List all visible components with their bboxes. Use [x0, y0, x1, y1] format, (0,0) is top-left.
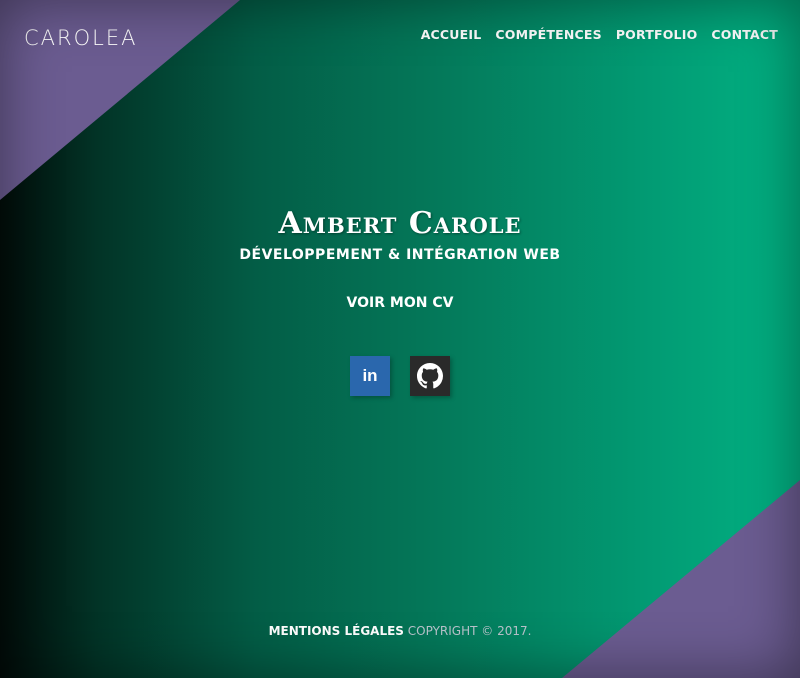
main-nav: ACCUEIL COMPÉTENCES PORTFOLIO CONTACT	[421, 27, 778, 42]
nav-item-accueil[interactable]: ACCUEIL	[421, 27, 482, 42]
github-icon	[417, 363, 443, 389]
hero-name: Ambert Carole	[278, 206, 522, 241]
nav-item-competences[interactable]: COMPÉTENCES	[495, 27, 601, 42]
linkedin-icon: in	[362, 366, 378, 385]
hero-role: Développement & intégration web	[239, 247, 561, 263]
legal-notice-link[interactable]: Mentions légales	[269, 624, 404, 638]
hero-section: Ambert Carole Développement & intégratio…	[0, 205, 800, 312]
page-footer: Mentions légales Copyright © 2017.	[0, 624, 800, 638]
copyright-text: Copyright © 2017.	[407, 624, 532, 638]
nav-item-contact[interactable]: CONTACT	[711, 27, 778, 42]
corner-decoration-bottom-right	[562, 480, 800, 678]
site-logo[interactable]: CAROLEA	[24, 26, 137, 50]
view-cv-link[interactable]: Voir mon CV	[347, 295, 454, 311]
nav-item-portfolio[interactable]: PORTFOLIO	[616, 27, 698, 42]
social-links: in	[0, 356, 800, 396]
github-button[interactable]	[410, 356, 450, 396]
linkedin-button[interactable]: in	[350, 356, 390, 396]
vignette-overlay	[0, 0, 800, 678]
